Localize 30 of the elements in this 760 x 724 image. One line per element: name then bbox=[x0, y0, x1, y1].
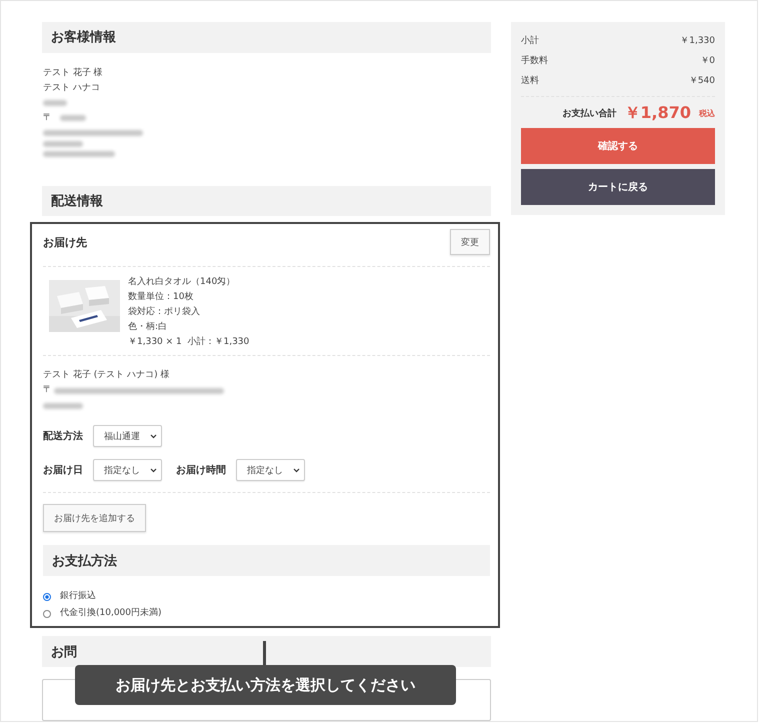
total-amount: ￥1,870 bbox=[624, 103, 691, 124]
tax-note: 税込 bbox=[699, 108, 715, 119]
product-detail: 袋対応：ポリ袋入 bbox=[128, 306, 201, 320]
field-label: お届け日 bbox=[43, 464, 83, 478]
product-detail: 色・柄:白 bbox=[128, 320, 168, 334]
section-heading: 配送情報 bbox=[42, 186, 491, 216]
summary-value: ￥0 bbox=[700, 55, 715, 68]
field-label: お届け時間 bbox=[176, 464, 226, 478]
callout-tooltip: お届け先とお支払い方法を選択してください bbox=[75, 665, 456, 705]
destination-title: お届け先 bbox=[43, 234, 87, 250]
summary-label: 小計 bbox=[521, 34, 539, 48]
summary-label: 手数料 bbox=[521, 54, 548, 68]
field-label: 配送方法 bbox=[43, 429, 83, 444]
summary-value: ￥1,330 bbox=[680, 35, 715, 48]
payment-option-label: 代金引換(10,000円未満) bbox=[60, 606, 162, 620]
postal-mark: 〒 bbox=[43, 112, 52, 125]
postal-mark: 〒 bbox=[43, 384, 52, 398]
summary-label: 送料 bbox=[521, 74, 539, 88]
customer-info-text: テスト 花子 様 bbox=[43, 66, 104, 80]
payment-option-label: 銀行振込 bbox=[60, 590, 96, 604]
summary-value: ￥540 bbox=[688, 75, 715, 88]
recipient-name: テスト 花子 (テスト ハナコ) 様 bbox=[43, 368, 170, 382]
section-heading: お客様情報 bbox=[42, 22, 491, 53]
product-price: ￥1,330 × 1 小計：￥1,330 bbox=[128, 336, 250, 350]
product-detail: 数量単位：10枚 bbox=[128, 290, 194, 304]
total-label: お支払い合計 bbox=[562, 107, 616, 120]
product-name: 名入れ白タオル（140匁） bbox=[128, 276, 236, 290]
section-heading: お支払方法 bbox=[43, 545, 490, 576]
section-heading: お問 bbox=[42, 636, 491, 668]
customer-info-text: テスト ハナコ bbox=[43, 82, 101, 95]
